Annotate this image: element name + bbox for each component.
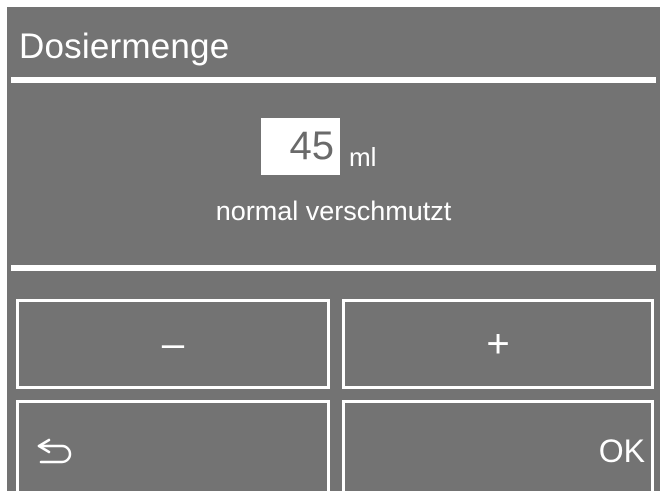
ok-button[interactable]: OK xyxy=(342,400,654,491)
return-arrow-icon xyxy=(37,438,72,464)
header-divider xyxy=(11,77,656,83)
back-button[interactable] xyxy=(16,400,330,491)
increase-button[interactable]: + xyxy=(342,299,654,389)
ok-label: OK xyxy=(598,433,645,469)
plus-icon: + xyxy=(486,322,510,366)
display-screen: Dosiermenge 45 ml normal verschmutzt – +… xyxy=(7,7,660,491)
page-title: Dosiermenge xyxy=(19,27,230,66)
soil-level-label: normal verschmutzt xyxy=(215,196,452,226)
decrease-button[interactable]: – xyxy=(16,299,330,389)
dosage-value-field[interactable]: 45 xyxy=(261,118,340,175)
content-divider xyxy=(11,265,656,271)
dosage-value-row: 45 ml xyxy=(7,118,660,175)
dosage-unit-label: ml xyxy=(349,142,377,172)
minus-icon: – xyxy=(161,322,185,366)
